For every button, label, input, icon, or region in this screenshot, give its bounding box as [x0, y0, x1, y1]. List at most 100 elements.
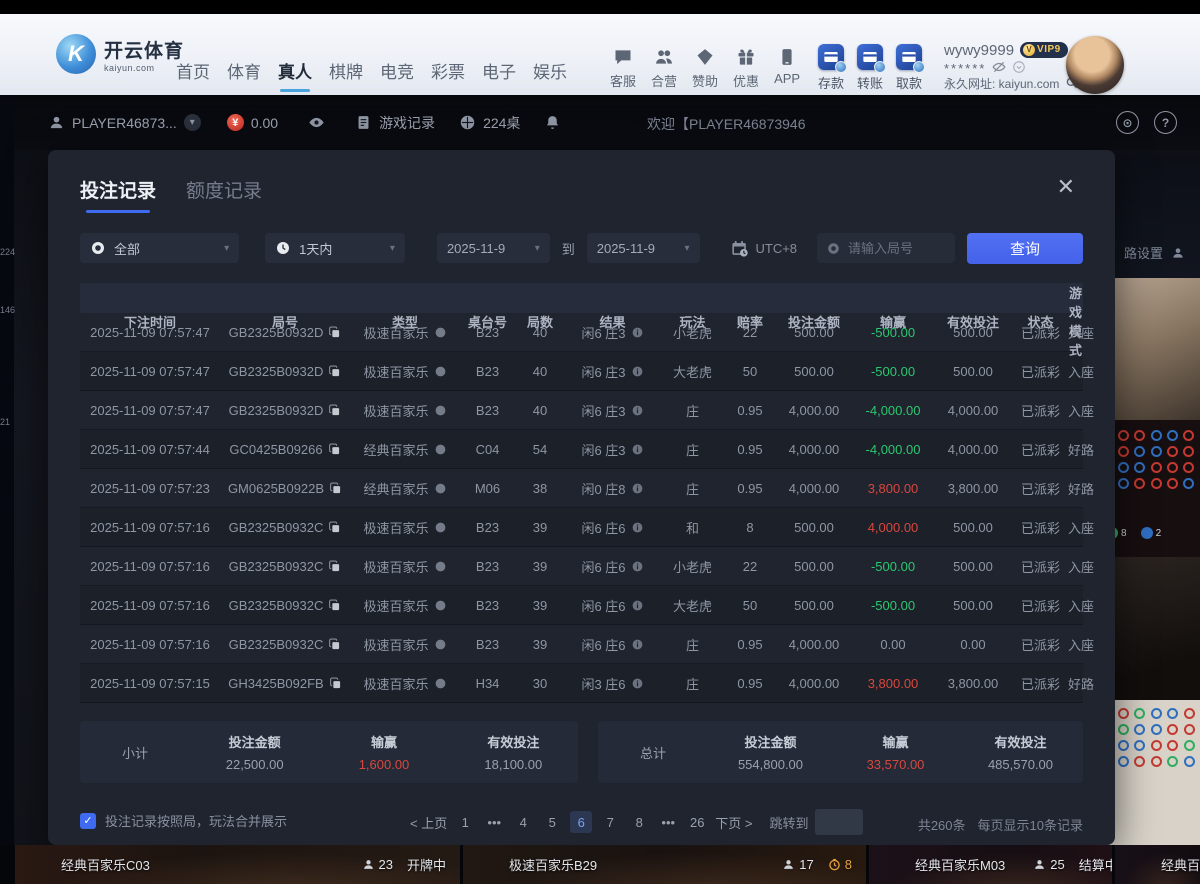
play-type: 大老虎 [660, 362, 725, 381]
query-button[interactable]: 查询 [967, 233, 1083, 264]
copy-icon[interactable] [329, 482, 342, 495]
eye-icon[interactable] [308, 114, 325, 131]
refresh-icon[interactable] [1012, 60, 1026, 74]
roadmap-dot-icon [1184, 740, 1195, 751]
page-26[interactable]: 26 [686, 811, 708, 833]
page-7[interactable]: 7 [599, 811, 621, 833]
play-type: 小老虎 [660, 323, 725, 342]
brand-logo[interactable]: K 开云体育 kaiyun.com [56, 34, 184, 74]
valid-bet: 500.00 [933, 364, 1013, 379]
page-6[interactable]: 6 [570, 811, 592, 833]
page-5[interactable]: 5 [541, 811, 563, 833]
help-icon[interactable]: ? [1154, 111, 1177, 134]
zoom-icon[interactable]: ⊙ [1116, 111, 1139, 134]
balance-display[interactable]: ¥ 0.00 [227, 114, 278, 131]
category-select[interactable]: 全部▾ [80, 233, 239, 263]
game-records-link[interactable]: 游戏记录 [355, 113, 435, 133]
table-thumb-3[interactable]: 经典百家乐M08 [1115, 845, 1200, 884]
range-select[interactable]: 1天内▾ [265, 233, 405, 263]
copy-icon[interactable] [328, 443, 341, 456]
game-type: 极速百家乐 [350, 674, 460, 693]
roadmap-dot-icon [1183, 446, 1194, 457]
result: 闲6 庄3 [565, 323, 660, 342]
game-id: GB2325B0932C [220, 598, 350, 613]
table-no: M06 [460, 481, 515, 496]
bet-time: 2025-11-09 07:57:16 [80, 598, 220, 613]
page-ellipsis[interactable]: ••• [483, 811, 505, 833]
win-loss: 0.00 [853, 637, 933, 652]
game-no-input[interactable] [848, 241, 946, 256]
service-item-3[interactable]: 优惠 [733, 47, 759, 90]
bet-amount: 500.00 [775, 325, 853, 340]
page-4[interactable]: 4 [512, 811, 534, 833]
copy-icon[interactable] [328, 560, 341, 573]
chevron-down-icon[interactable]: ▾ [184, 114, 201, 131]
total-box: 总计 投注金额554,800.00 输赢33,570.00 有效投注485,57… [598, 721, 1083, 783]
bet-amount: 4,000.00 [775, 481, 853, 496]
roadmap-dot-icon [1151, 724, 1162, 735]
table-thumb-2[interactable]: 经典百家乐M0325结算中 [869, 845, 1112, 884]
nav-item-3[interactable]: 棋牌 [329, 58, 363, 92]
copy-icon[interactable] [328, 521, 341, 534]
service-item-4[interactable]: APP [774, 47, 800, 90]
date-from-select[interactable]: 2025-11-9▾ [437, 233, 550, 263]
checkbox-checked-icon[interactable]: ✓ [80, 813, 96, 829]
copy-icon[interactable] [329, 677, 342, 690]
rounds: 39 [515, 520, 565, 535]
wallet-item-2[interactable]: 取款 [896, 44, 922, 92]
page-1[interactable]: 1 [454, 811, 476, 833]
jump-page-input[interactable] [815, 809, 863, 835]
wallet-item-0[interactable]: 存款 [818, 44, 844, 92]
wallet-item-1[interactable]: 转账 [857, 44, 883, 92]
prev-page-button[interactable]: < 上页 [410, 813, 447, 832]
table-no: B23 [460, 520, 515, 535]
roadmap-dot-icon [1118, 756, 1129, 767]
nav-item-5[interactable]: 彩票 [431, 58, 465, 92]
road-settings-link[interactable]: 路设置 [1124, 243, 1185, 262]
bet-amount: 4,000.00 [775, 403, 853, 418]
play-type: 庄 [660, 674, 725, 693]
bell-icon[interactable] [544, 114, 561, 131]
service-item-0[interactable]: 客服 [610, 47, 636, 90]
nav-item-7[interactable]: 娱乐 [533, 58, 567, 92]
table-thumb-1[interactable]: 极速百家乐B29178 [463, 845, 866, 884]
copy-icon[interactable] [328, 365, 341, 378]
avatar[interactable] [1066, 36, 1124, 94]
next-page-button[interactable]: 下页 > [715, 813, 752, 832]
tab-quota-records[interactable]: 额度记录 [186, 176, 262, 213]
tab-bet-records[interactable]: 投注记录 [80, 176, 156, 213]
tables-count-link[interactable]: 224桌 [459, 113, 520, 133]
close-icon[interactable]: ✕ [1057, 176, 1075, 198]
copy-icon[interactable] [328, 599, 341, 612]
roadmap-dot-icon [1118, 708, 1129, 719]
merge-toggle[interactable]: ✓ 投注记录按照局，玩法合并展示 [80, 811, 287, 830]
service-item-2[interactable]: 赞助 [692, 47, 718, 90]
bet-amount: 500.00 [775, 520, 853, 535]
service-label: 赞助 [692, 71, 718, 90]
page-8[interactable]: 8 [628, 811, 650, 833]
game-mode: 入座 [1068, 557, 1094, 576]
game-no-input-wrap [817, 233, 955, 263]
game-id: GB2325B0932C [220, 520, 350, 535]
table-row: 2025-11-09 07:57:16GB2325B0932C极速百家乐B233… [80, 586, 1083, 625]
grid-icon [459, 114, 476, 131]
player-account-menu[interactable]: PLAYER46873... ▾ [48, 114, 201, 131]
timezone-indicator[interactable]: UTC+8 [730, 239, 798, 258]
service-item-1[interactable]: 合营 [651, 47, 677, 90]
info-icon [631, 521, 644, 534]
nav-item-0[interactable]: 首页 [176, 58, 210, 92]
table-name: 经典百家乐C03 [61, 855, 150, 874]
eye-off-icon[interactable] [992, 60, 1006, 74]
nav-item-6[interactable]: 电子 [482, 58, 516, 92]
copy-icon[interactable] [328, 638, 341, 651]
page-ellipsis[interactable]: ••• [657, 811, 679, 833]
nav-item-2[interactable]: 真人 [278, 58, 312, 92]
date-to-select[interactable]: 2025-11-9▾ [587, 233, 700, 263]
copy-icon[interactable] [328, 326, 341, 339]
nav-item-1[interactable]: 体育 [227, 58, 261, 92]
valid-bet: 500.00 [933, 598, 1013, 613]
copy-icon[interactable] [328, 404, 341, 417]
nav-item-4[interactable]: 电竞 [380, 58, 414, 92]
table-name: 极速百家乐B29 [509, 855, 597, 874]
table-thumb-0[interactable]: 经典百家乐C0323开牌中 [15, 845, 460, 884]
